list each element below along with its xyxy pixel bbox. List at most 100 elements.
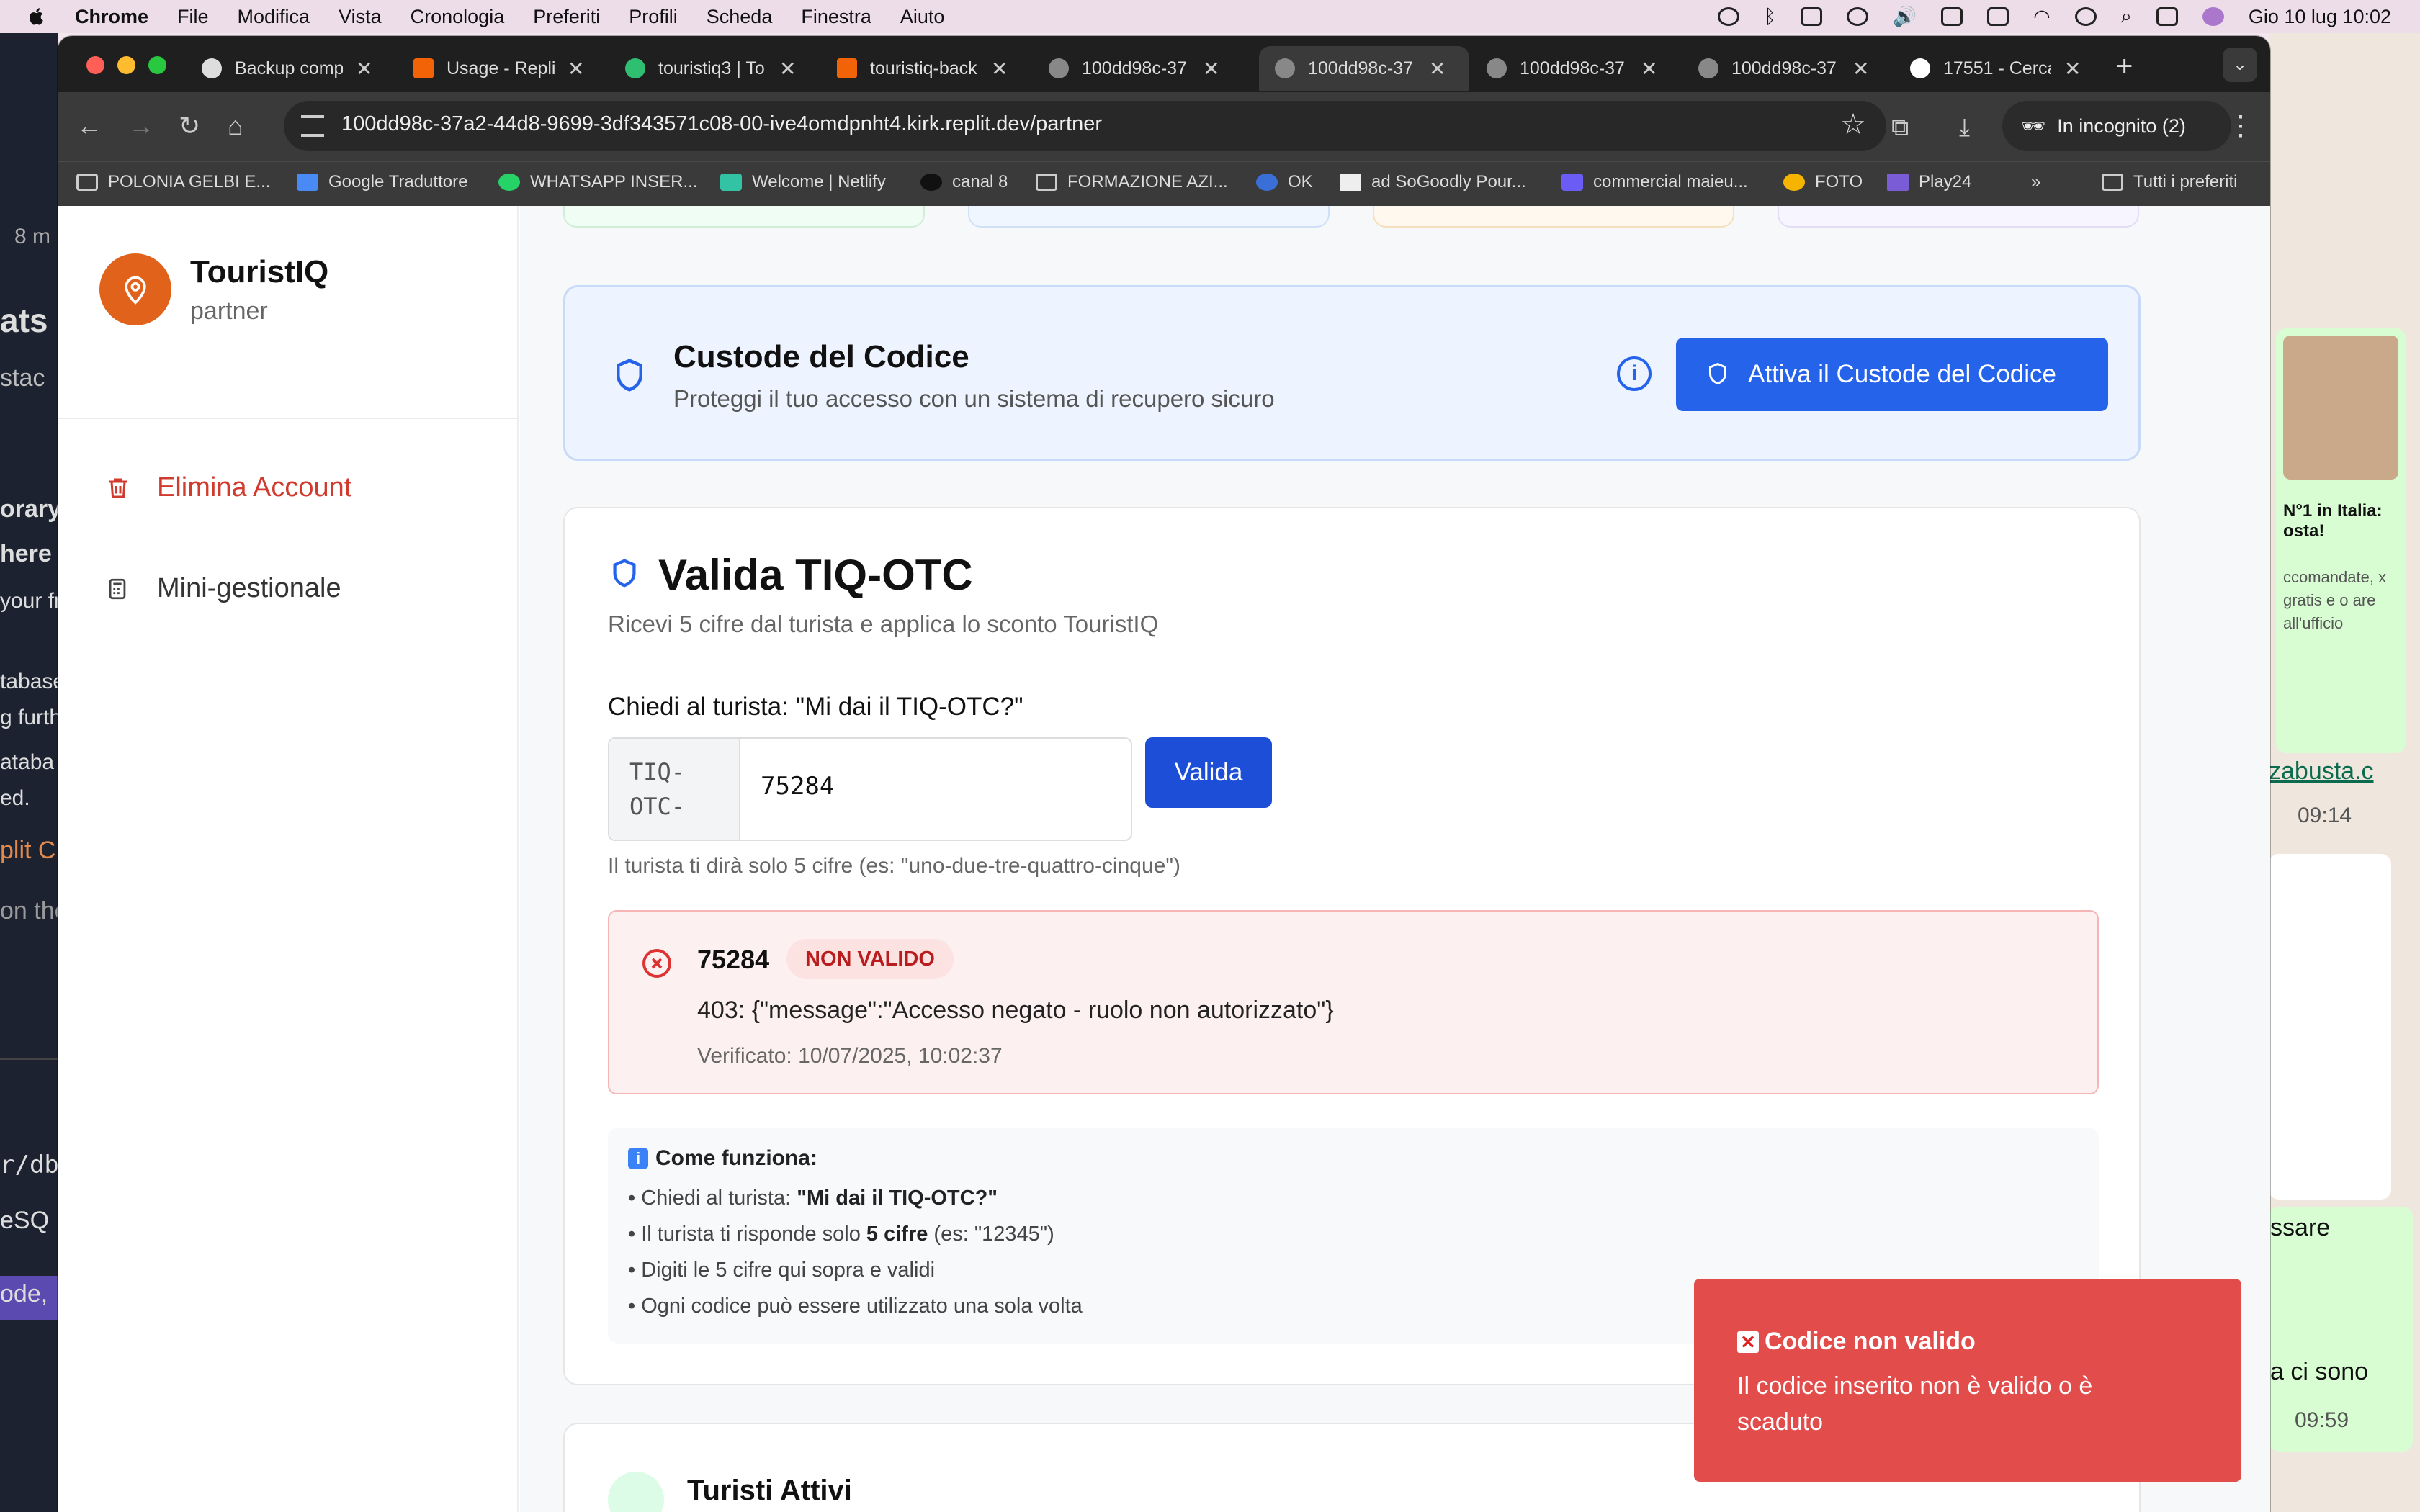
attiva-custode-button[interactable]: Attiva il Custode del Codice xyxy=(1676,338,2108,411)
chat-time: 09:59 xyxy=(2295,1408,2349,1432)
bookmark-item[interactable]: ad SoGoodly Pour... xyxy=(1340,172,1526,192)
bookmark-star-icon[interactable]: ☆ xyxy=(1840,108,1866,141)
otc-code-input[interactable]: 75284 xyxy=(761,772,834,801)
close-tab-icon[interactable]: ✕ xyxy=(1203,57,1219,81)
browser-tab[interactable]: 100dd98c-37 ✕ xyxy=(1682,46,1869,91)
close-tab-icon[interactable]: ✕ xyxy=(2064,57,2081,81)
new-tab-button[interactable]: + xyxy=(2116,50,2133,83)
close-tab-icon[interactable]: ✕ xyxy=(356,57,372,81)
menu-app-name[interactable]: Chrome xyxy=(75,6,148,28)
tab-search-chevron-icon[interactable]: ⌄ xyxy=(2223,48,2257,82)
back-icon[interactable]: ← xyxy=(76,111,102,141)
bolt-icon xyxy=(625,58,645,78)
bookmark-item[interactable]: POLONIA GELBI E... xyxy=(76,172,270,192)
menu-profili[interactable]: Profili xyxy=(629,6,678,28)
menu-vista[interactable]: Vista xyxy=(339,6,382,28)
bookmark-item[interactable]: canal 8 xyxy=(920,172,1008,192)
custode-card: Custode del Codice Proteggi il tuo acces… xyxy=(563,285,2141,461)
browser-tab[interactable]: Usage - Repli ✕ xyxy=(398,46,584,91)
bookmark-item[interactable]: Play24 xyxy=(1887,172,1971,192)
chat-link[interactable]: zabusta.c xyxy=(2269,757,2374,786)
more-menu-icon[interactable]: ⋮ xyxy=(2227,109,2254,142)
error-toast[interactable]: ✕ Codice non valido Il codice inserito no… xyxy=(1694,1279,2241,1482)
stat-card xyxy=(968,206,1330,228)
info-icon: i xyxy=(628,1148,648,1169)
all-bookmarks[interactable]: Tutti i preferiti xyxy=(2102,172,2237,192)
browser-tab[interactable]: Backup comp ✕ xyxy=(186,46,372,91)
menu-preferiti[interactable]: Preferiti xyxy=(533,6,600,28)
bookmarks-overflow-icon[interactable]: » xyxy=(2031,172,2040,192)
bookmark-item[interactable]: commercial maieu... xyxy=(1561,172,1748,192)
window-controls xyxy=(86,56,166,74)
close-tab-icon[interactable]: ✕ xyxy=(779,57,796,81)
close-tab-icon[interactable]: ✕ xyxy=(568,57,584,81)
browser-tab-active[interactable]: 100dd98c-37 ✕ xyxy=(1259,46,1469,91)
apple-icon[interactable] xyxy=(26,6,48,27)
home-icon[interactable]: ⌂ xyxy=(228,111,243,141)
close-tab-icon[interactable]: ✕ xyxy=(991,57,1008,81)
close-tab-icon[interactable]: ✕ xyxy=(1641,57,1657,81)
close-window-button[interactable] xyxy=(86,56,104,74)
accessibility-icon[interactable] xyxy=(1846,7,1868,26)
menu-cronologia[interactable]: Cronologia xyxy=(411,6,505,28)
close-tab-icon[interactable]: ✕ xyxy=(1429,57,1446,81)
wifi-icon[interactable]: ◠ xyxy=(2033,6,2051,28)
bookmark-item[interactable]: FOTO xyxy=(1783,172,1863,192)
globe-icon xyxy=(1275,58,1295,78)
folder-icon xyxy=(76,174,98,191)
validate-prompt: Chiedi al turista: "Mi dai il TIQ-OTC?" xyxy=(608,693,1023,721)
battery-icon[interactable] xyxy=(1987,7,2009,26)
google-translate-icon xyxy=(297,174,318,191)
tab-title: Backup comp xyxy=(235,58,343,78)
url-text[interactable]: 100dd98c-37a2-44d8-9699-3df343571c08-00-… xyxy=(341,112,1102,136)
keyboard-icon[interactable] xyxy=(1941,7,1963,26)
how-step: • Digiti le 5 cifre qui sopra e validi xyxy=(628,1259,936,1282)
browser-tab[interactable]: touristiq3 | To ✕ xyxy=(609,46,796,91)
control-center-icon[interactable] xyxy=(2156,7,2178,26)
browser-tab[interactable]: 100dd98c-37 ✕ xyxy=(1033,46,1219,91)
browser-tab[interactable]: touristiq-back ✕ xyxy=(821,46,1008,91)
bg-text: ats xyxy=(0,302,48,339)
incognito-badge[interactable]: 🕶 In incognito (2) xyxy=(2002,101,2231,151)
stat-card xyxy=(1373,206,1734,228)
info-icon[interactable]: i xyxy=(1617,356,1652,391)
bluetooth-icon[interactable]: ᛒ xyxy=(1764,6,1775,28)
bookmark-item[interactable]: OK xyxy=(1256,172,1313,192)
menu-aiuto[interactable]: Aiuto xyxy=(900,6,945,28)
valida-button[interactable]: Valida xyxy=(1145,737,1272,808)
address-bar[interactable]: 100dd98c-37a2-44d8-9699-3df343571c08-00-… xyxy=(284,101,1886,151)
bookmark-item[interactable]: Google Traduttore xyxy=(297,172,467,192)
browser-tab[interactable]: 100dd98c-37 ✕ xyxy=(1471,46,1657,91)
spotlight-icon[interactable]: ⌕ xyxy=(2121,5,2132,28)
menu-modifica[interactable]: Modifica xyxy=(238,6,310,28)
zoom-window-button[interactable] xyxy=(148,56,166,74)
time-machine-icon[interactable] xyxy=(2074,7,2097,26)
siri-icon[interactable] xyxy=(2202,7,2224,26)
volume-icon[interactable]: 🔊 xyxy=(1893,5,1917,28)
forward-icon[interactable]: → xyxy=(128,111,154,141)
minimize-window-button[interactable] xyxy=(117,56,135,74)
sidebar-item-elimina-account[interactable]: Elimina Account xyxy=(105,472,351,503)
menu-finestra[interactable]: Finestra xyxy=(801,6,871,28)
otc-input-group: TIQ- OTC- 75284 xyxy=(608,737,1132,841)
sidebar-item-mini-gestionale[interactable]: Mini-gestionale xyxy=(105,573,341,604)
sidebar-item-label: Mini-gestionale xyxy=(157,573,341,603)
dots-icon[interactable] xyxy=(1800,7,1822,26)
extensions-icon[interactable]: ⧉ xyxy=(1891,114,1909,142)
bookmark-label: Tutti i preferiti xyxy=(2133,172,2238,192)
bookmark-label: Google Traduttore xyxy=(328,172,468,192)
bookmark-item[interactable]: Welcome | Netlify xyxy=(720,172,886,192)
menu-scheda[interactable]: Scheda xyxy=(707,6,773,28)
sync-icon[interactable] xyxy=(1718,7,1740,26)
bookmark-item[interactable]: WHATSAPP INSER... xyxy=(498,172,698,192)
menu-file[interactable]: File xyxy=(177,6,209,28)
bookmark-label: FORMAZIONE AZI... xyxy=(1067,172,1228,192)
download-icon[interactable]: ⤓ xyxy=(1959,114,1970,142)
reload-icon[interactable]: ↻ xyxy=(179,111,200,141)
site-settings-icon[interactable] xyxy=(301,115,324,137)
bookmark-item[interactable]: FORMAZIONE AZI... xyxy=(1036,172,1228,192)
close-tab-icon[interactable]: ✕ xyxy=(1852,57,1869,81)
validate-otc-card: Valida TIQ-OTC Ricevi 5 cifre dal turist… xyxy=(563,507,2141,1385)
browser-tab[interactable]: 17551 - Cerca ✕ xyxy=(1894,46,2081,91)
menubar-clock[interactable]: Gio 10 lug 10:02 xyxy=(2249,6,2391,28)
